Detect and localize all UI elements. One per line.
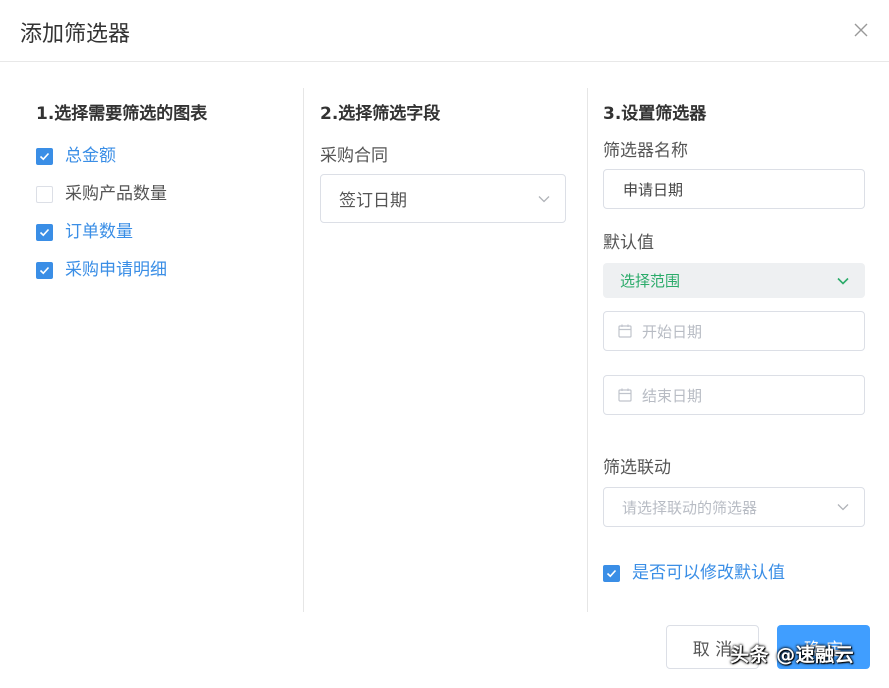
linkage-select[interactable]: 请选择联动的筛选器 xyxy=(603,487,865,527)
checkbox-checked[interactable] xyxy=(36,147,53,165)
dialog-header: 添加筛选器 xyxy=(0,0,889,62)
chart-option-product-quantity[interactable]: 采购产品数量 xyxy=(36,184,167,204)
column-divider xyxy=(303,88,304,612)
range-select-value: 选择范围 xyxy=(620,272,681,290)
dialog-title: 添加筛选器 xyxy=(20,22,131,47)
chart-option-total-amount[interactable]: 总金额 xyxy=(36,146,116,166)
field-select-value: 签订日期 xyxy=(339,191,407,211)
filter-name-input[interactable]: 申请日期 xyxy=(603,169,865,209)
step1-title: 1.选择需要筛选的图表 xyxy=(36,104,208,124)
default-range-select[interactable]: 选择范围 xyxy=(603,263,865,298)
chart-option-label: 订单数量 xyxy=(65,222,133,242)
default-value-label: 默认值 xyxy=(603,233,654,253)
chevron-down-icon xyxy=(837,277,849,285)
linkage-placeholder: 请选择联动的筛选器 xyxy=(622,498,758,517)
modifiable-default-option[interactable]: 是否可以修改默认值 xyxy=(603,563,785,583)
chart-option-label: 总金额 xyxy=(65,146,116,166)
checkbox-unchecked[interactable] xyxy=(36,185,53,203)
start-date-input[interactable]: 开始日期 xyxy=(603,311,865,351)
checkbox-checked[interactable] xyxy=(36,261,53,279)
close-icon[interactable] xyxy=(851,20,871,40)
step3-title: 3.设置筛选器 xyxy=(603,104,707,124)
field-select[interactable]: 签订日期 xyxy=(320,174,566,223)
step1-column: 1.选择需要筛选的图表 总金额 采购产品数量 订单数量 采购申请明细 xyxy=(36,88,286,280)
chevron-down-icon xyxy=(538,195,550,202)
checkbox-checked[interactable] xyxy=(603,564,620,582)
start-date-placeholder: 开始日期 xyxy=(642,322,703,341)
calendar-icon xyxy=(618,324,632,338)
linkage-label: 筛选联动 xyxy=(603,458,671,478)
step2-column: 2.选择筛选字段 采购合同 签订日期 xyxy=(320,88,570,223)
step3-column: 3.设置筛选器 筛选器名称 申请日期 默认值 选择范围 开始日期 结束日期 筛选… xyxy=(603,88,868,583)
chevron-down-icon xyxy=(837,504,849,511)
watermark: 头条 @速融云 xyxy=(730,644,855,666)
source-label: 采购合同 xyxy=(320,146,388,166)
end-date-input[interactable]: 结束日期 xyxy=(603,375,865,415)
chart-option-label: 采购产品数量 xyxy=(65,184,167,204)
add-filter-dialog: 添加筛选器 1.选择需要筛选的图表 总金额 采购产品数量 订单数量 采购申请明细… xyxy=(0,0,889,688)
column-divider xyxy=(587,88,588,612)
chart-option-purchase-request-detail[interactable]: 采购申请明细 xyxy=(36,260,167,280)
modifiable-default-label: 是否可以修改默认值 xyxy=(632,563,785,583)
filter-name-value: 申请日期 xyxy=(623,180,684,199)
chart-option-label: 采购申请明细 xyxy=(65,260,167,280)
end-date-placeholder: 结束日期 xyxy=(642,386,703,405)
checkbox-checked[interactable] xyxy=(36,223,53,241)
chart-option-order-count[interactable]: 订单数量 xyxy=(36,222,133,242)
calendar-icon xyxy=(618,388,632,402)
step2-title: 2.选择筛选字段 xyxy=(320,104,441,124)
filter-name-label: 筛选器名称 xyxy=(603,141,688,161)
